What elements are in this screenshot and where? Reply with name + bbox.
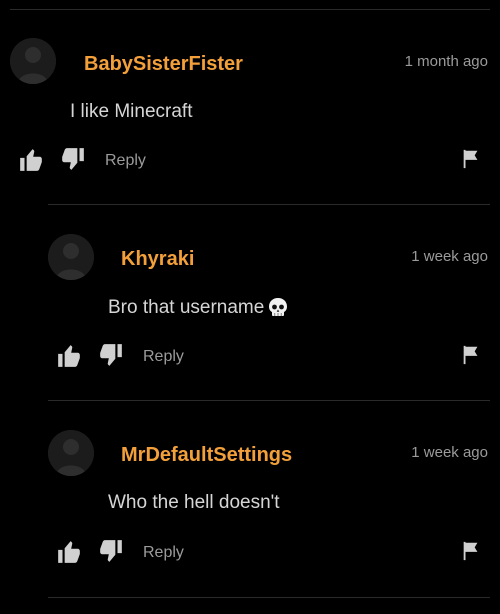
default-avatar-icon — [48, 234, 94, 280]
avatar[interactable] — [48, 234, 94, 280]
comment-body: Who the hell doesn't — [108, 492, 280, 514]
thumbs-down-icon[interactable] — [98, 342, 124, 368]
reply-item: Khyraki 1 week ago Bro that username Rep… — [0, 210, 500, 406]
reply-button[interactable]: Reply — [143, 348, 184, 366]
comment-timestamp: 1 week ago — [411, 248, 488, 265]
thumbs-down-icon[interactable] — [60, 146, 86, 172]
comment-divider — [48, 597, 490, 598]
avatar[interactable] — [10, 38, 56, 84]
comment-divider — [48, 204, 490, 205]
comment-item: BabySisterFister 1 month ago I like Mine… — [0, 14, 500, 210]
default-avatar-icon — [48, 430, 94, 476]
comment-text: I like Minecraft — [70, 101, 193, 122]
skull-emoji-icon — [266, 296, 290, 320]
top-divider — [10, 9, 490, 10]
default-avatar-icon — [10, 38, 56, 84]
thumbs-up-icon[interactable] — [56, 539, 82, 565]
thumbs-up-icon[interactable] — [56, 343, 82, 369]
avatar[interactable] — [48, 430, 94, 476]
comment-username[interactable]: Khyraki — [121, 248, 194, 271]
comment-body: I like Minecraft — [70, 101, 192, 123]
comment-username[interactable]: BabySisterFister — [84, 53, 243, 76]
reply-button[interactable]: Reply — [143, 544, 184, 562]
comment-divider — [48, 400, 490, 401]
comment-text: Bro that username — [108, 297, 265, 318]
comment-body: Bro that username — [108, 296, 290, 320]
comment-timestamp: 1 month ago — [404, 53, 488, 70]
flag-icon[interactable] — [460, 540, 482, 562]
comment-text: Who the hell doesn't — [108, 492, 280, 513]
flag-icon[interactable] — [460, 344, 482, 366]
comment-username[interactable]: MrDefaultSettings — [121, 444, 292, 467]
thumbs-up-icon[interactable] — [18, 147, 44, 173]
comment-timestamp: 1 week ago — [411, 444, 488, 461]
flag-icon[interactable] — [460, 148, 482, 170]
thumbs-down-icon[interactable] — [98, 538, 124, 564]
reply-button[interactable]: Reply — [105, 152, 146, 170]
reply-item: MrDefaultSettings 1 week ago Who the hel… — [0, 406, 500, 602]
